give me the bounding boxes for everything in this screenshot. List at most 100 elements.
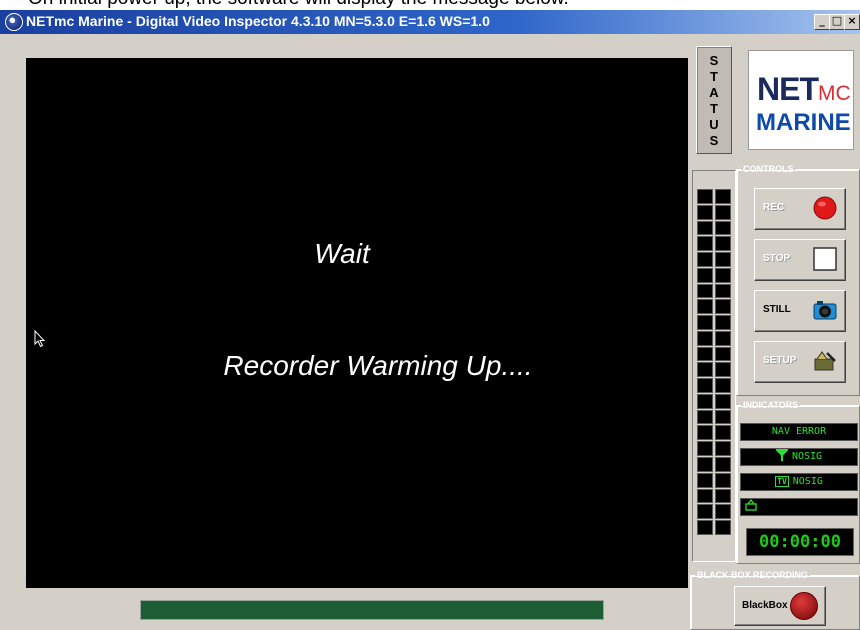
meter-cell <box>697 299 713 315</box>
still-button[interactable]: STILL <box>754 290 846 332</box>
nav-error-indicator: NAV ERROR <box>740 423 858 441</box>
rec-button[interactable]: REC <box>754 188 846 230</box>
blackbox-record-icon <box>790 592 818 620</box>
warming-message: Recorder Warming Up.... <box>223 350 533 381</box>
meter-cell <box>697 267 713 283</box>
still-label: STILL <box>763 304 791 315</box>
rec-label: REC <box>763 202 785 213</box>
progress-bar <box>140 600 604 620</box>
close-button[interactable]: × <box>844 14 860 30</box>
meter-cell <box>715 425 731 441</box>
meter-cell <box>697 425 713 441</box>
meter-cell <box>697 488 713 504</box>
meter-cell <box>715 362 731 378</box>
maximize-button[interactable]: □ <box>829 14 845 30</box>
status-letter: A <box>709 85 719 100</box>
setup-tools-icon <box>814 351 836 371</box>
meter-cell <box>715 457 731 472</box>
meter-cell <box>715 504 731 520</box>
meter-cell <box>715 315 731 330</box>
recorder-indicator <box>740 498 858 516</box>
blackbox-label: BlackBox <box>742 600 788 611</box>
logo-marine: MARINE <box>756 109 851 136</box>
meter-cell <box>697 220 713 236</box>
status-letter: T <box>710 101 718 116</box>
document-caption: On initial power up, the software will d… <box>0 0 860 10</box>
status-letter: T <box>710 69 718 84</box>
status-letter: S <box>709 53 719 68</box>
meter-cell <box>697 393 713 409</box>
indicators-legend: INDICATORS <box>743 400 799 410</box>
meter-cell <box>697 520 713 535</box>
window-title: NETmc Marine - Digital Video Inspector 4… <box>26 13 490 29</box>
logo-net: NET <box>757 71 819 107</box>
meter-cell <box>697 189 713 204</box>
meter-cell <box>697 252 713 267</box>
meter-cell <box>697 409 713 425</box>
controls-legend: CONTROLS <box>743 164 794 174</box>
mouse-cursor-icon <box>34 330 46 348</box>
meter-cell <box>715 441 731 457</box>
meter-cell <box>715 236 731 252</box>
status-letter: U <box>709 117 719 132</box>
meter-cell <box>697 441 713 457</box>
meter-cell <box>715 283 731 299</box>
recording-timer: 00:00:00 <box>746 528 854 556</box>
meter-cell <box>697 346 713 362</box>
meter-cell <box>715 299 731 315</box>
stop-square-icon <box>813 247 837 271</box>
meter-cell <box>715 520 731 535</box>
meter-cell <box>715 409 731 425</box>
meter-cell <box>715 346 731 362</box>
meter-cell <box>697 472 713 488</box>
meter-cell <box>697 236 713 252</box>
meter-cell <box>715 488 731 504</box>
netmc-marine-logo: NETMC MARINE <box>748 50 854 150</box>
meter-cell <box>715 220 731 236</box>
gps-indicator: NOSIG <box>740 448 858 466</box>
meter-cell <box>715 252 731 267</box>
meter-column <box>715 189 731 535</box>
tv-icon: TV <box>775 476 789 487</box>
meter-cell <box>715 267 731 283</box>
progress-fill <box>141 601 603 619</box>
tv-status: NOSIG <box>792 476 823 487</box>
record-dot-icon <box>813 196 837 220</box>
setup-label: SETUP <box>763 355 797 366</box>
status-label: STATUS <box>697 53 731 149</box>
logo-mc: MC <box>818 82 851 105</box>
meter-cell <box>697 283 713 299</box>
gps-status: NOSIG <box>791 451 823 462</box>
meter-cell <box>697 362 713 378</box>
meter-cell <box>715 378 731 393</box>
nav-error-text: NAV ERROR <box>771 426 827 437</box>
blackbox-button[interactable]: BlackBox <box>734 586 826 626</box>
meter-cell <box>697 315 713 330</box>
status-letter: S <box>709 133 719 148</box>
meter-cell <box>715 393 731 409</box>
tv-indicator: TV NOSIG <box>740 473 858 491</box>
recorder-icon <box>745 498 757 511</box>
meter-cell <box>697 330 713 346</box>
title-bar: NETmc Marine - Digital Video Inspector 4… <box>0 10 860 34</box>
camera-icon <box>813 301 837 320</box>
meter-cell <box>697 504 713 520</box>
stop-label: STOP <box>763 253 791 264</box>
minimize-button[interactable]: _ <box>814 14 830 30</box>
meter-cell <box>715 472 731 488</box>
stop-button[interactable]: STOP <box>754 239 846 281</box>
status-panel: STATUS <box>696 46 732 154</box>
meter-cell <box>715 204 731 220</box>
meter-column <box>697 189 713 535</box>
video-display: Wait Recorder Warming Up.... <box>26 58 688 588</box>
meter-cell <box>715 189 731 204</box>
app-icon <box>5 13 23 31</box>
wait-message: Wait <box>314 238 370 269</box>
meter-cell <box>697 378 713 393</box>
meter-cell <box>697 204 713 220</box>
meter-cell <box>697 457 713 472</box>
level-meter <box>692 170 736 562</box>
antenna-icon <box>774 449 790 461</box>
meter-cell <box>715 330 731 346</box>
setup-button[interactable]: SETUP <box>754 341 846 383</box>
